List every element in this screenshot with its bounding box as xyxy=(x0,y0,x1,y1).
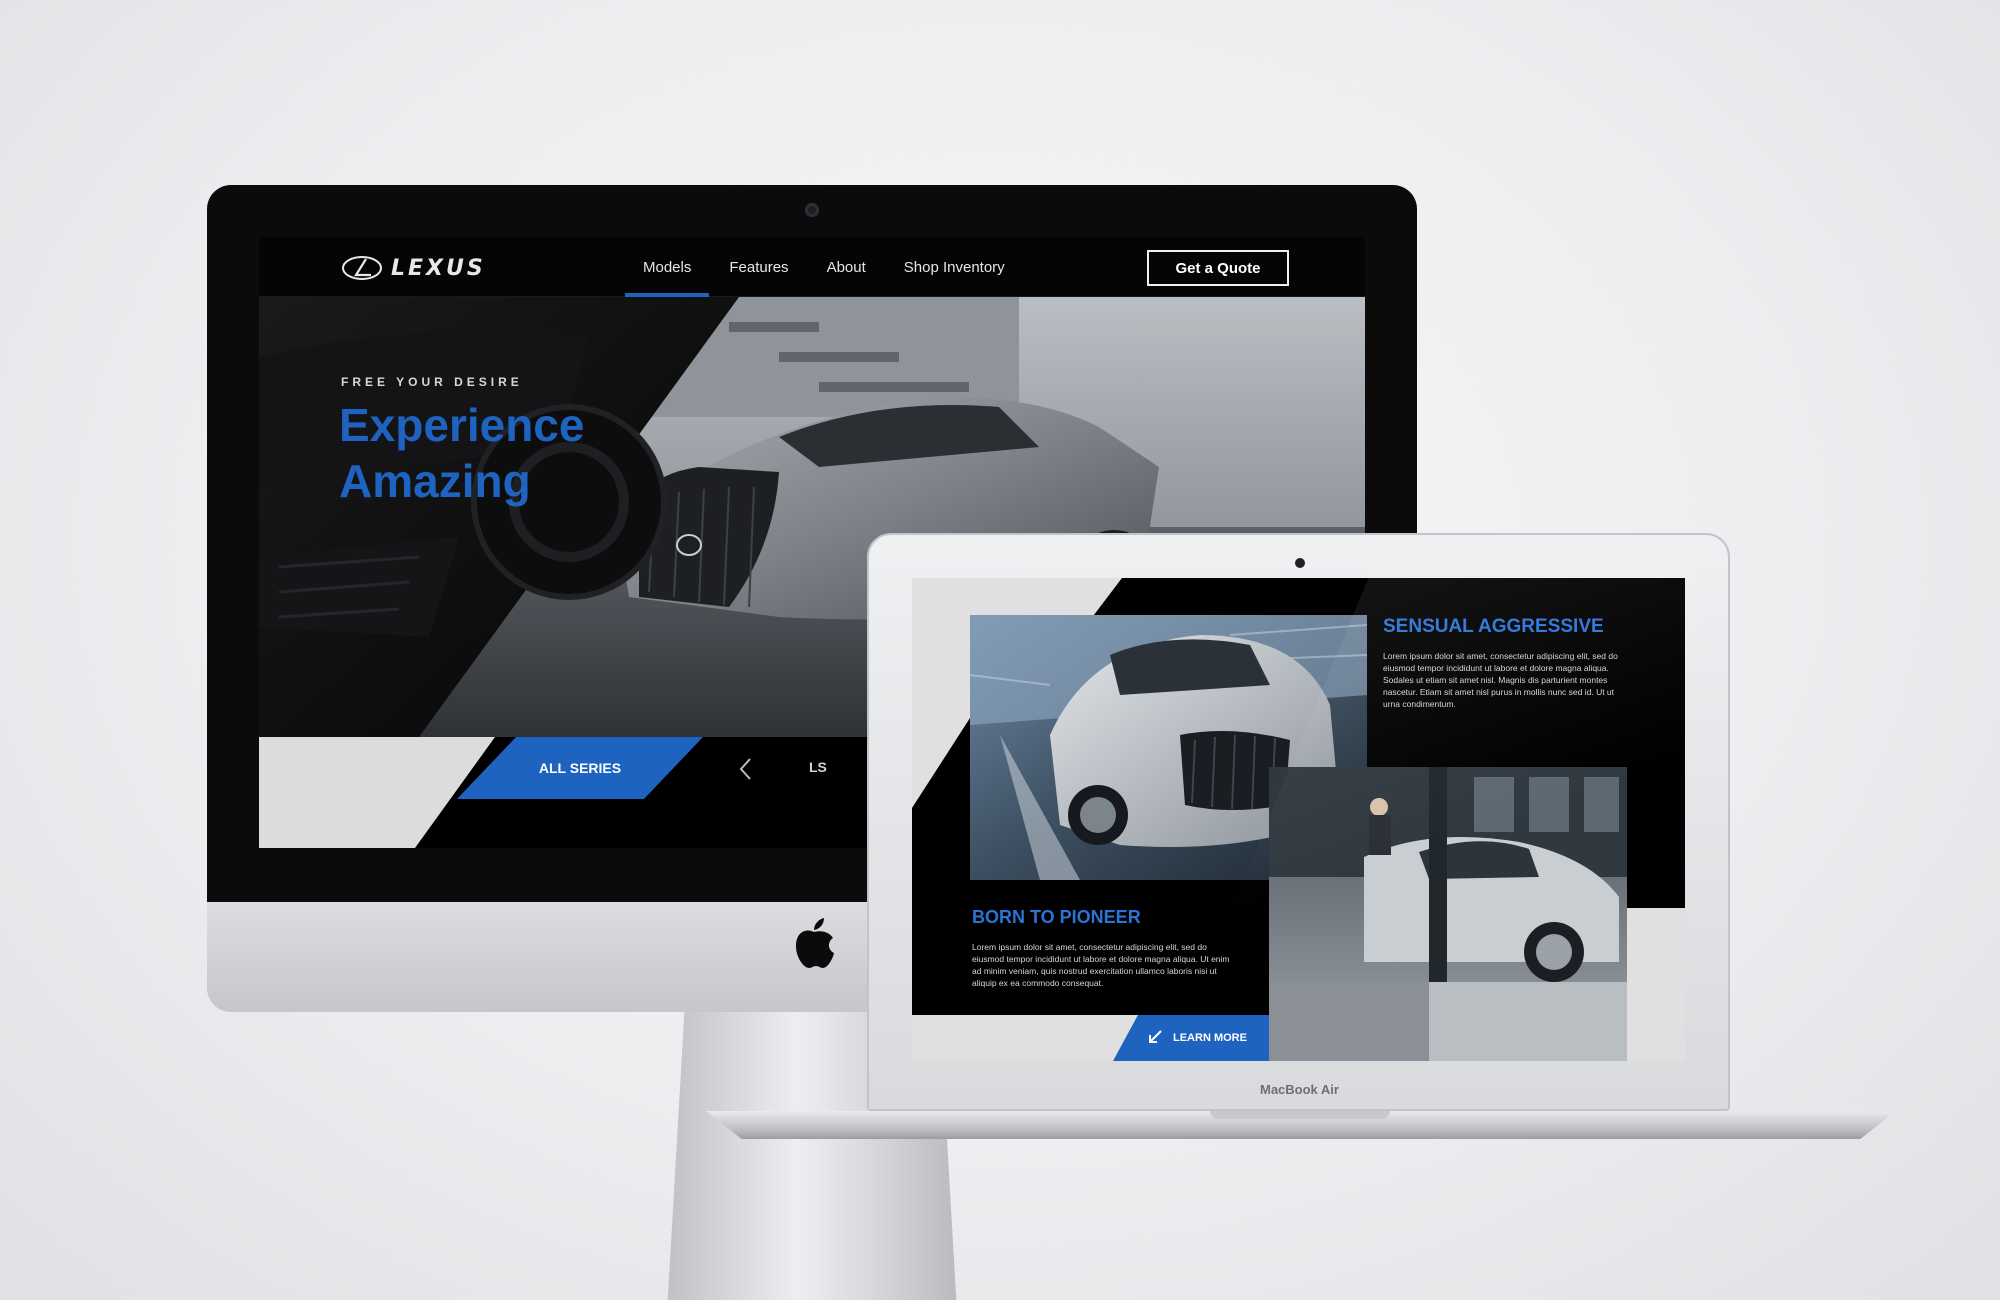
macbook-hinge-notch xyxy=(1210,1111,1390,1119)
macbook-label: MacBook Air xyxy=(1260,1082,1339,1097)
macbook-screen: SENSUAL AGGRESSIVE Lorem ipsum dolor sit… xyxy=(912,578,1685,1061)
apple-logo-icon xyxy=(796,918,834,968)
learn-more-label: LEARN MORE xyxy=(1173,1032,1247,1044)
camera-icon xyxy=(1295,558,1305,568)
lexus-logo-icon xyxy=(342,256,382,280)
brand-logo[interactable]: LEXUS xyxy=(341,255,486,281)
learn-more-button[interactable]: LEARN MORE xyxy=(1113,1015,1269,1061)
nav-item-about[interactable]: About xyxy=(809,237,884,297)
nav-links: Models Features About Shop Inventory xyxy=(625,237,1023,297)
nav-item-shop-inventory[interactable]: Shop Inventory xyxy=(886,237,1023,297)
sedan-street-photo xyxy=(1269,767,1627,1061)
series-item-ls[interactable]: LS xyxy=(809,759,827,775)
hero-headline-line1: Experience xyxy=(339,399,585,451)
section-body-sensual: Lorem ipsum dolor sit amet, consectetur … xyxy=(1383,651,1618,709)
hero-headline: Experience Amazing xyxy=(339,397,699,509)
camera-icon xyxy=(805,203,819,217)
section-heading-born: BORN TO PIONEER xyxy=(972,907,1141,927)
hero-headline-line2: Amazing xyxy=(339,455,531,507)
nav-item-models[interactable]: Models xyxy=(625,237,710,297)
nav-item-features[interactable]: Features xyxy=(711,237,806,297)
section-heading-sensual: SENSUAL AGGRESSIVE xyxy=(1383,616,1604,637)
top-nav: LEXUS Models Features About Shop Invento… xyxy=(259,237,1365,297)
chevron-left-icon[interactable] xyxy=(737,757,753,781)
hero-eyebrow: FREE YOUR DESIRE xyxy=(341,375,523,389)
section-body-born: Lorem ipsum dolor sit amet, consectetur … xyxy=(972,942,1230,988)
brand-name: LEXUS xyxy=(391,255,486,281)
arrow-down-left-icon xyxy=(1149,1030,1162,1043)
get-a-quote-button[interactable]: Get a Quote xyxy=(1147,250,1289,286)
